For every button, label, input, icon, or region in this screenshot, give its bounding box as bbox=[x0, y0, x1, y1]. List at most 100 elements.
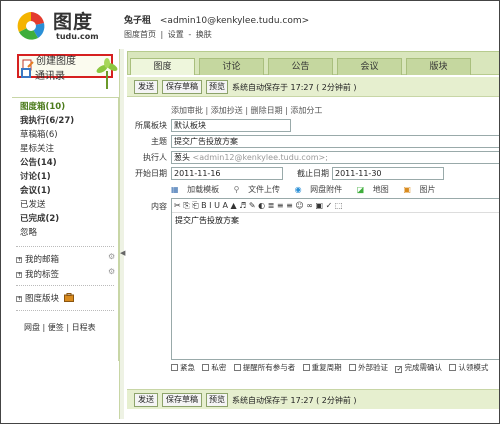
netdisk-link[interactable]: 网盘 bbox=[24, 323, 40, 332]
gear-icon[interactable]: ⚙ bbox=[108, 267, 115, 276]
assignee-input[interactable]: 葱头 <admin12@kenkylee.tudu.com>; bbox=[171, 151, 499, 164]
checkbox[interactable] bbox=[449, 364, 457, 371]
netdisk-label: 网盘附件 bbox=[310, 185, 343, 194]
add-cc-link[interactable]: 添加抄送 bbox=[211, 106, 243, 115]
board-select[interactable]: 默认板块 bbox=[171, 119, 291, 132]
tree-label: 我的标签 bbox=[25, 270, 60, 280]
collapse-arrow-icon[interactable]: ◀ bbox=[120, 249, 125, 257]
template-icon: ▦ bbox=[171, 185, 179, 194]
assignee-label: 执行人 bbox=[143, 153, 167, 162]
tab-tudu[interactable]: 图度 bbox=[130, 58, 195, 75]
tab-discussion[interactable]: 讨论 bbox=[199, 58, 264, 75]
calendar-link[interactable]: 日程表 bbox=[72, 323, 96, 332]
editor-body[interactable]: 提交广告投放方案 bbox=[175, 215, 239, 226]
option-confirm-complete[interactable]: ✓ 完成需确认 bbox=[395, 362, 442, 373]
link-separator: | bbox=[42, 323, 46, 332]
start-date-input[interactable]: 2011-11-16 bbox=[171, 167, 283, 180]
folder-inbox[interactable]: 图度箱(10) bbox=[20, 101, 65, 113]
link-separator: | bbox=[160, 30, 164, 39]
tree-boards[interactable]: + 图度版块 bbox=[16, 292, 74, 304]
option-label: 完成需确认 bbox=[404, 363, 442, 372]
end-date-label: 截止日期 bbox=[297, 169, 329, 178]
home-link[interactable]: 图度首页 bbox=[124, 30, 156, 39]
content-editor[interactable]: ✂ ⎘ ⎗ B I U A ▲ ♬ ✎ ◐ ≣ ≡ ≡ ☺ ∞ ▣ ✓ ⬚ 提交… bbox=[171, 198, 499, 360]
paperclip-icon: ⚲ bbox=[233, 185, 240, 194]
link-separator: - bbox=[188, 30, 192, 39]
save-draft-button[interactable]: 保存草稿 bbox=[162, 80, 202, 94]
folder-completed[interactable]: 已完成(2) bbox=[20, 213, 59, 225]
netdisk-attach-item[interactable]: ◉ 网盘附件 bbox=[295, 185, 349, 194]
remove-date-link[interactable]: 删除日期 bbox=[251, 106, 283, 115]
date-row: 开始日期 2011-11-16 截止日期 2011-11-30 bbox=[127, 167, 499, 181]
subject-input[interactable]: 提交广告投放方案 bbox=[171, 135, 499, 148]
tab-board[interactable]: 版块 bbox=[406, 58, 471, 75]
tree-my-tags[interactable]: + 我的标签 bbox=[16, 268, 59, 280]
checkbox[interactable] bbox=[171, 364, 178, 371]
divider bbox=[16, 285, 114, 286]
folder-drafts[interactable]: 草稿箱(6) bbox=[20, 129, 58, 141]
app-window: 图度 tudu.com 兔子租 <admin10@kenkylee.tudu.c… bbox=[0, 0, 500, 424]
add-approval-link[interactable]: 添加审批 bbox=[171, 106, 203, 115]
option-label: 私密 bbox=[211, 363, 227, 372]
header: 图度 tudu.com 兔子租 <admin10@kenkylee.tudu.c… bbox=[1, 1, 499, 49]
upload-item[interactable]: ⚲ 文件上传 bbox=[234, 185, 286, 194]
map-icon: ◪ bbox=[356, 185, 365, 194]
template-item[interactable]: ▦ 加载模板 bbox=[171, 185, 225, 194]
contacts-link[interactable]: 通讯录 bbox=[20, 67, 65, 82]
expand-icon[interactable]: + bbox=[16, 296, 22, 302]
send-button[interactable]: 发送 bbox=[134, 80, 158, 94]
contacts-label: 通讯录 bbox=[35, 71, 65, 82]
checkbox[interactable] bbox=[202, 364, 210, 371]
expand-icon[interactable]: + bbox=[16, 257, 22, 263]
checkbox-checked[interactable]: ✓ bbox=[395, 366, 403, 373]
folder-sent[interactable]: 已发送 bbox=[20, 199, 46, 211]
option-repeat[interactable]: 重复周期 bbox=[302, 362, 342, 373]
tab-meeting[interactable]: 会议 bbox=[337, 58, 402, 75]
checkbox[interactable] bbox=[349, 364, 357, 371]
folder-meetings[interactable]: 会议(1) bbox=[20, 185, 51, 197]
editor-toolbar[interactable]: ✂ ⎘ ⎗ B I U A ▲ ♬ ✎ ◐ ≣ ≡ ≡ ☺ ∞ ▣ ✓ ⬚ bbox=[172, 199, 499, 213]
option-external-verify[interactable]: 外部验证 bbox=[349, 362, 388, 373]
notes-link[interactable]: 便签 bbox=[48, 323, 64, 332]
skin-link[interactable]: 换肤 bbox=[196, 30, 212, 39]
checkbox[interactable] bbox=[233, 364, 241, 371]
folder-starred[interactable]: 星标关注 bbox=[20, 143, 54, 155]
link-separator: | bbox=[66, 323, 70, 332]
send-button[interactable]: 发送 bbox=[134, 393, 158, 407]
option-urgent[interactable]: 紧急 bbox=[171, 362, 195, 373]
attachment-toolbar: ▦ 加载模板 ⚲ 文件上传 ◉ 网盘附件 ◪ 地图 ▣ 图片 bbox=[171, 184, 447, 195]
tab-notice[interactable]: 公告 bbox=[268, 58, 333, 75]
checkbox[interactable] bbox=[302, 364, 310, 371]
folder-discussions[interactable]: 讨论(1) bbox=[20, 171, 51, 183]
folder-ignored[interactable]: 忽略 bbox=[20, 227, 37, 239]
settings-link[interactable]: 设置 bbox=[168, 30, 184, 39]
preview-button[interactable]: 预览 bbox=[206, 393, 228, 407]
logo-domain: tudu.com bbox=[56, 32, 99, 41]
option-private[interactable]: 私密 bbox=[202, 362, 226, 373]
subject-label: 主题 bbox=[151, 137, 167, 146]
option-claim-mode[interactable]: 认领模式 bbox=[449, 362, 488, 373]
create-tudu-label: 创建图度 bbox=[36, 56, 76, 67]
add-division-link[interactable]: 添加分工 bbox=[290, 106, 322, 115]
tab-bar: 图度 讨论 公告 会议 版块 bbox=[127, 51, 499, 75]
tree-label: 图度版块 bbox=[25, 294, 60, 304]
expand-icon[interactable]: + bbox=[16, 272, 22, 278]
user-info: 兔子租 <admin10@kenkylee.tudu.com> bbox=[124, 13, 309, 26]
user-name: 兔子租 bbox=[124, 16, 152, 26]
upload-label: 文件上传 bbox=[248, 185, 281, 194]
link-separator: | bbox=[245, 106, 249, 115]
end-date-input[interactable]: 2011-11-30 bbox=[332, 167, 444, 180]
autosave-status: 系统自动保存于 17:27 ( 2分钟前 ) bbox=[232, 396, 357, 405]
folder-my-tasks[interactable]: 我执行(6/27) bbox=[20, 115, 74, 127]
folder-notices[interactable]: 公告(14) bbox=[20, 157, 57, 169]
save-draft-button[interactable]: 保存草稿 bbox=[162, 393, 202, 407]
map-label: 地图 bbox=[372, 185, 389, 194]
option-notify-all[interactable]: 提醒所有参与者 bbox=[233, 362, 295, 373]
tools-row: 网盘 | 便签 | 日程表 bbox=[24, 322, 96, 333]
sidebar-collapse-bar[interactable] bbox=[119, 49, 124, 419]
map-item[interactable]: ◪ 地图 bbox=[357, 185, 395, 194]
tree-my-mailbox[interactable]: + 我的邮箱 bbox=[16, 253, 59, 265]
gear-icon[interactable]: ⚙ bbox=[108, 252, 115, 261]
image-item[interactable]: ▣ 图片 bbox=[403, 185, 441, 194]
preview-button[interactable]: 预览 bbox=[206, 80, 228, 94]
